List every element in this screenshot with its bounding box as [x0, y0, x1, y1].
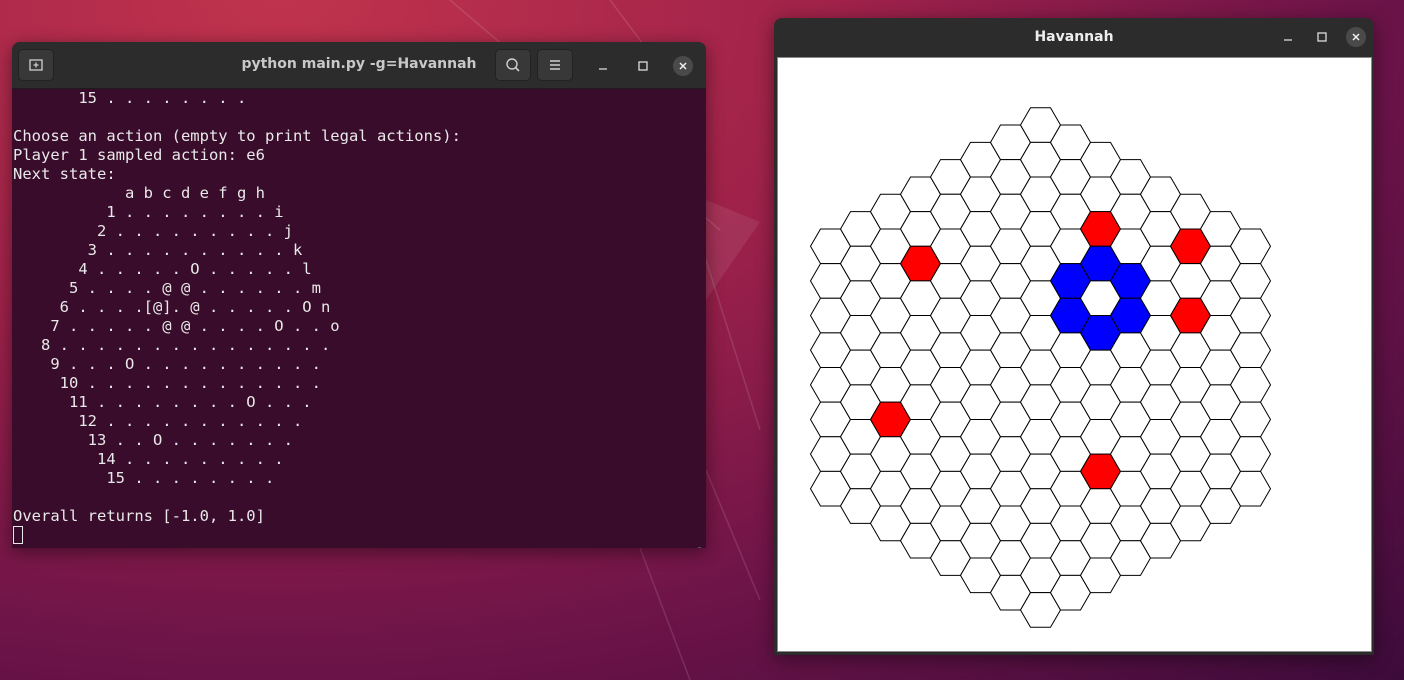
terminal-titlebar[interactable]: python main.py -g=Havannah — [12, 42, 706, 89]
close-icon — [1352, 33, 1360, 41]
havannah-board[interactable] — [778, 58, 1371, 651]
terminal-output[interactable]: 15 . . . . . . . . Choose an action (emp… — [12, 89, 706, 548]
havannah-window: Havannah — [774, 18, 1374, 655]
menu-icon — [550, 60, 560, 70]
havannah-close-button[interactable] — [1346, 27, 1366, 47]
search-button[interactable] — [495, 49, 531, 81]
minimize-button[interactable] — [593, 56, 613, 76]
search-icon — [506, 58, 520, 72]
terminal-window: python main.py -g=Havannah 15 . . . . . … — [12, 42, 706, 548]
close-icon — [679, 62, 687, 70]
menu-button[interactable] — [537, 49, 573, 81]
close-button[interactable] — [673, 56, 693, 76]
havannah-canvas[interactable] — [777, 57, 1372, 652]
terminal-scrollbar[interactable] — [697, 547, 702, 548]
maximize-button[interactable] — [633, 56, 653, 76]
minimize-icon — [599, 68, 607, 70]
havannah-maximize-button[interactable] — [1312, 27, 1332, 47]
terminal-text: 15 . . . . . . . . Choose an action (emp… — [13, 89, 461, 525]
maximize-icon — [638, 61, 648, 71]
havannah-titlebar[interactable]: Havannah — [774, 18, 1374, 56]
terminal-cursor — [13, 526, 23, 544]
havannah-minimize-button[interactable] — [1278, 27, 1298, 47]
minimize-icon — [1284, 39, 1292, 41]
maximize-icon — [1317, 32, 1327, 42]
